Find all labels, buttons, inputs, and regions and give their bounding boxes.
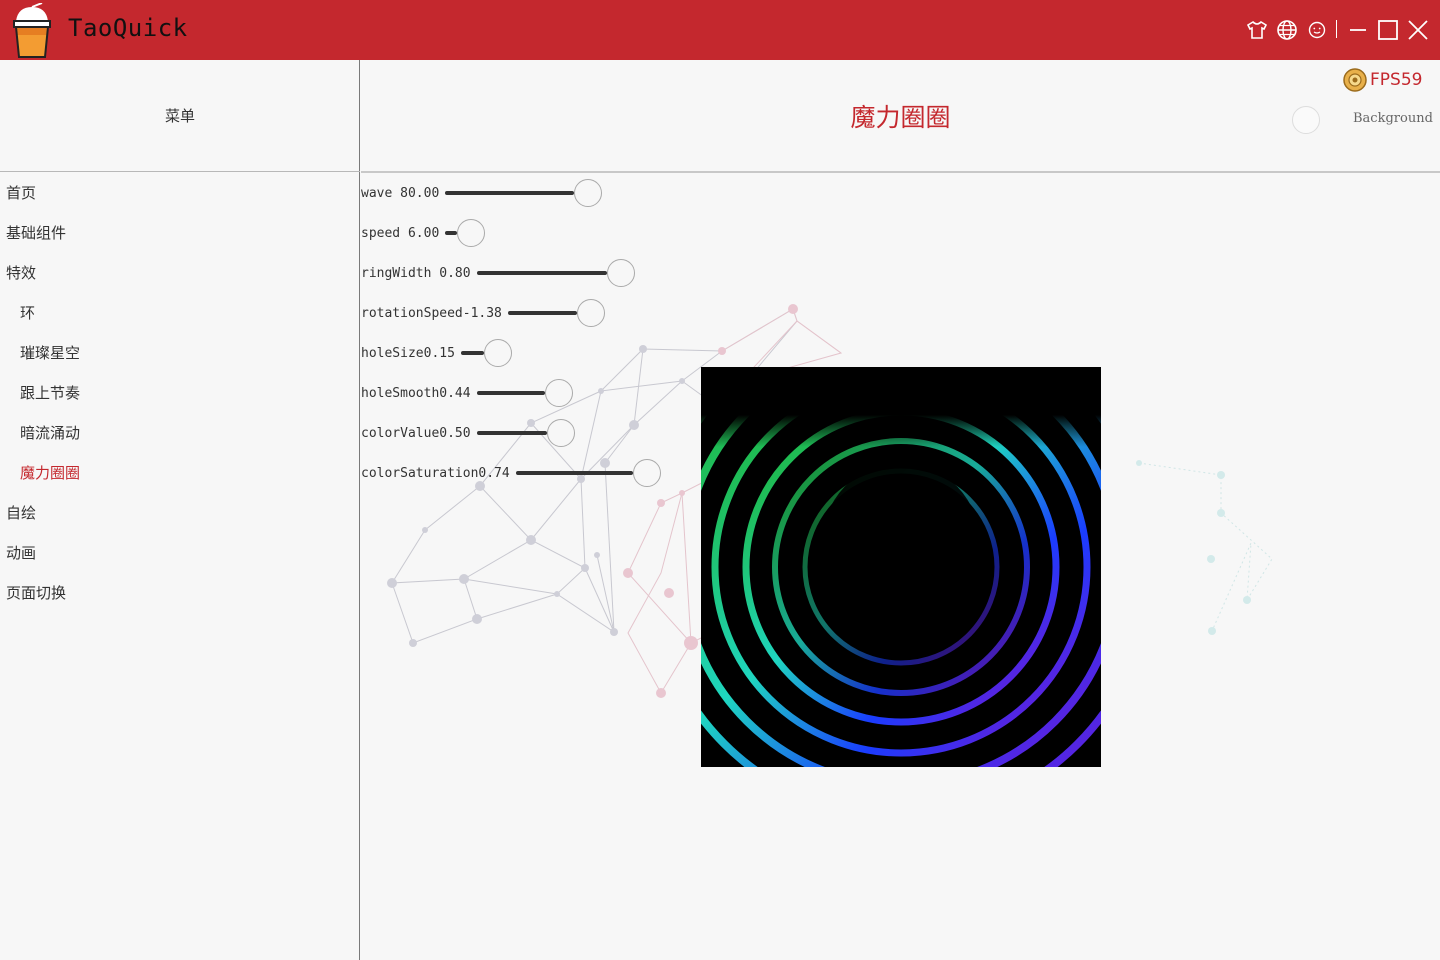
close-icon[interactable] bbox=[1403, 15, 1433, 45]
slider-handle[interactable] bbox=[483, 339, 512, 367]
slider-row: ringWidth 0.80 bbox=[361, 258, 635, 288]
slider-row: colorSaturation0.74 bbox=[361, 458, 661, 488]
slider-row: wave 80.00 bbox=[361, 178, 603, 208]
fps-counter: FPS59 bbox=[1343, 68, 1422, 92]
slider-handle[interactable] bbox=[632, 459, 661, 487]
slider-label: rotationSpeed-1.38 bbox=[361, 305, 502, 321]
title-bar: TaoQuick bbox=[0, 0, 1440, 60]
fps-label: FPS59 bbox=[1370, 70, 1423, 90]
app-logo-icon bbox=[10, 2, 56, 59]
slider-handle[interactable] bbox=[546, 419, 575, 447]
slider-handle[interactable] bbox=[544, 379, 573, 407]
sidebar: 菜单 首页 基础组件 特效环璀璨星空 跟上节奏 暗流涌动 魔力圈圈 自绘 动画 页面切换 bbox=[0, 60, 360, 960]
menu-list: 首页 基础组件 特效环璀璨星空 跟上节奏 暗流涌动 魔力圈圈 自绘 动画 页面切换 bbox=[0, 173, 360, 613]
slider-fill bbox=[476, 431, 547, 435]
fps-icon bbox=[1343, 68, 1367, 92]
minimize-icon[interactable] bbox=[1343, 15, 1373, 45]
menu-item[interactable]: 基础组件 bbox=[0, 213, 360, 253]
menu-item[interactable]: 环 bbox=[0, 293, 360, 333]
slider-label: holeSize0.15 bbox=[361, 345, 455, 361]
background-toggle[interactable] bbox=[1292, 106, 1320, 134]
menu-item[interactable]: 首页 bbox=[0, 173, 360, 213]
slider-track[interactable] bbox=[445, 178, 603, 208]
menu-item[interactable]: 页面切换 bbox=[0, 573, 360, 613]
slider-row: holeSize0.15 bbox=[361, 338, 513, 368]
page-title: 魔力圈圈 bbox=[850, 103, 951, 132]
slider-fill bbox=[460, 351, 484, 355]
app-title: TaoQuick bbox=[68, 14, 188, 42]
slider-label: holeSmooth0.44 bbox=[361, 385, 471, 401]
slider-label: wave 80.00 bbox=[361, 185, 440, 201]
slider-label: colorSaturation0.74 bbox=[361, 465, 510, 481]
slider-row: holeSmooth0.44 bbox=[361, 378, 573, 408]
content-area: 魔力圈圈 FPS59 Background wave 80.00 speed 6.… bbox=[212, 60, 1440, 960]
slider-label: ringWidth 0.80 bbox=[361, 265, 471, 281]
slider-track[interactable] bbox=[507, 298, 605, 328]
slider-track[interactable] bbox=[515, 458, 661, 488]
slider-label: colorValue0.50 bbox=[361, 425, 471, 441]
slider-handle[interactable] bbox=[457, 219, 486, 247]
slider-fill bbox=[515, 471, 633, 475]
slider-handle[interactable] bbox=[574, 179, 603, 207]
slider-fill bbox=[445, 231, 458, 235]
menu-item[interactable]: 暗流涌动 bbox=[0, 413, 360, 453]
menu-item[interactable]: 跟上节奏 bbox=[0, 373, 360, 413]
slider-fill bbox=[476, 271, 607, 275]
maximize-icon[interactable] bbox=[1373, 15, 1403, 45]
skin-icon[interactable] bbox=[1242, 15, 1272, 45]
menu-header: 菜单 bbox=[0, 60, 360, 172]
slider-fill bbox=[476, 391, 545, 395]
menu-item[interactable]: 动画 bbox=[0, 533, 360, 573]
menu-header-label: 菜单 bbox=[164, 107, 195, 125]
slider-track[interactable] bbox=[476, 258, 635, 288]
menu-item[interactable]: 特效 bbox=[0, 253, 360, 293]
menu-item[interactable]: 璀璨星空 bbox=[0, 333, 360, 373]
language-icon[interactable] bbox=[1272, 15, 1302, 45]
slider-handle[interactable] bbox=[576, 299, 605, 327]
slider-track[interactable] bbox=[476, 378, 573, 408]
slider-track[interactable] bbox=[445, 218, 499, 248]
about-icon[interactable] bbox=[1302, 15, 1332, 45]
slider-track[interactable] bbox=[476, 418, 575, 448]
shader-canvas bbox=[701, 367, 1101, 767]
menu-item[interactable]: 自绘 bbox=[0, 493, 360, 533]
slider-fill bbox=[445, 191, 575, 195]
slider-fill bbox=[507, 311, 577, 315]
background-label: Background bbox=[1353, 111, 1433, 126]
menu-item[interactable]: 魔力圈圈 bbox=[0, 453, 360, 493]
title-bar-divider bbox=[1336, 20, 1337, 38]
slider-handle[interactable] bbox=[606, 259, 635, 287]
slider-track[interactable] bbox=[460, 338, 513, 368]
slider-row: rotationSpeed-1.38 bbox=[361, 298, 605, 328]
slider-row: speed 6.00 bbox=[361, 218, 499, 248]
slider-row: colorValue0.50 bbox=[361, 418, 575, 448]
content-header: 魔力圈圈 FPS59 Background bbox=[361, 60, 1440, 173]
slider-label: speed 6.00 bbox=[361, 225, 440, 241]
